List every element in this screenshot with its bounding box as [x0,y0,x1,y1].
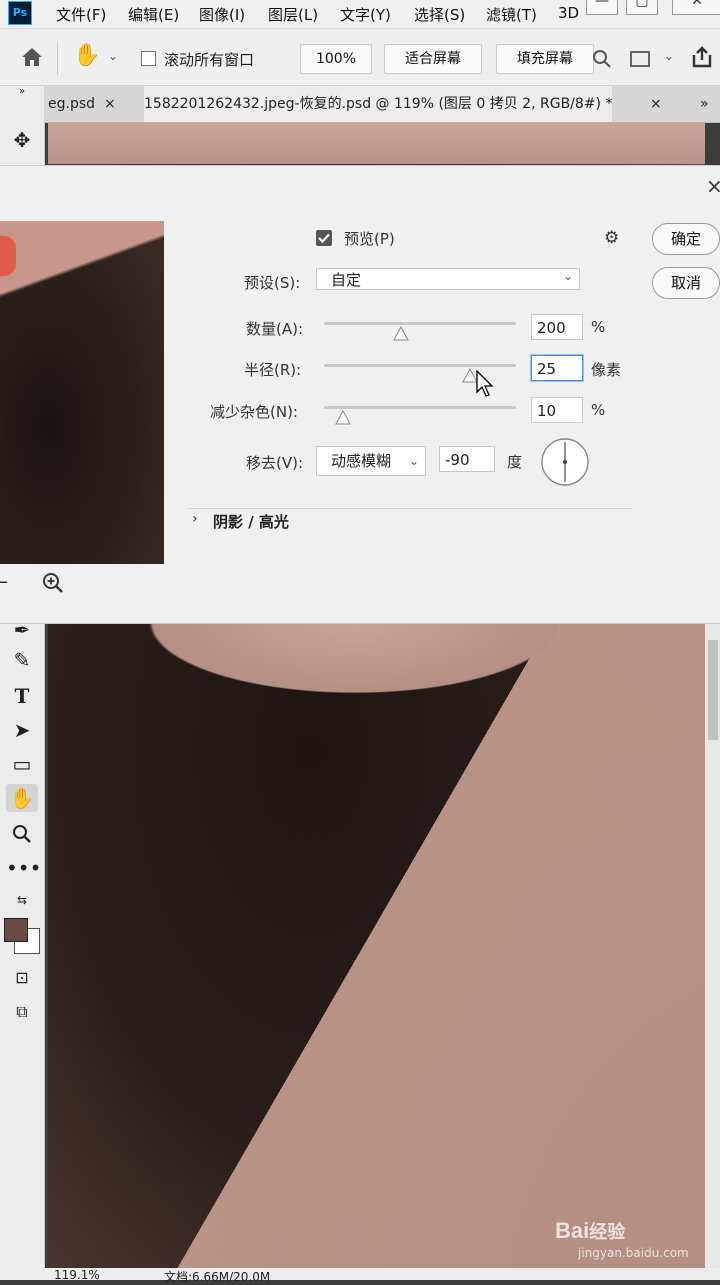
rectangle-tool-icon[interactable]: ▭ [6,750,38,778]
amount-input[interactable]: 200 [531,314,583,340]
menu-filter[interactable]: 滤镜(T) [486,4,537,25]
foreground-color-swatch[interactable] [4,918,28,942]
angle-dial[interactable] [540,437,590,491]
tab-close-icon[interactable]: × [650,86,662,122]
status-doc-size: 文档:6.66M/20.0M [164,1270,271,1284]
watermark-logo: Bai经验 [555,1218,626,1243]
fill-screen-button[interactable]: 填充屏幕 [496,44,594,74]
radius-label: 半径(R): [244,361,302,379]
shadows-highlights-section[interactable]: 阴影 / 高光 [213,511,289,532]
amount-label: 数量(A): [246,320,304,338]
cancel-button[interactable]: 取消 [652,267,720,299]
settings-gear-icon[interactable]: ⚙ [604,228,619,248]
mouse-cursor-icon [476,369,494,402]
reduce-noise-input[interactable]: 10 [531,397,583,423]
canvas-image-chin [95,622,615,712]
expand-chevron-icon[interactable]: › [192,511,198,527]
radius-unit: 像素 [591,361,622,379]
menu-image[interactable]: 图像(I) [199,4,245,25]
menu-file[interactable]: 文件(F) [56,4,106,25]
filter-preview-image[interactable] [0,221,164,564]
preset-select[interactable]: 自定 ⌄ [316,268,580,290]
divider [57,41,58,75]
swap-colors-icon[interactable]: ⇆ [6,886,38,914]
menu-type[interactable]: 文字(Y) [340,4,391,25]
scroll-all-label: 滚动所有窗口 [164,51,255,69]
preview-label: 预览(P) [344,230,395,248]
fit-screen-button[interactable]: 适合屏幕 [384,44,482,74]
tab-close-icon[interactable]: × [104,86,116,122]
reduce-noise-label: 减少杂色(N): [210,403,298,421]
move-tool-icon[interactable]: ✥ [6,126,38,154]
screen-mode-icon[interactable]: ⧉ [6,998,38,1026]
pen-tool-icon[interactable]: ✎ [6,646,38,674]
angle-unit: 度 [507,453,523,471]
minimize-button[interactable]: — [586,0,618,15]
quick-mask-icon[interactable]: ⊡ [6,964,38,992]
path-selection-tool-icon[interactable]: ➤ [6,716,38,744]
preset-value: 自定 [331,271,362,289]
zoom-out-icon[interactable]: − [0,572,9,593]
amount-slider-thumb[interactable] [392,326,409,341]
options-bar: ✋ ⌄ 滚动所有窗口 100% 适合屏幕 填充屏幕 ⌄ [0,29,720,86]
remove-select[interactable]: 动感模糊 ⌄ [316,446,426,476]
scrollbar-thumb[interactable] [708,640,718,740]
menu-bar: Ps 文件(F) 编辑(E) 图像(I) 图层(L) 文字(Y) 选择(S) 滤… [0,0,720,29]
preview-checkbox[interactable] [316,230,332,246]
home-icon[interactable] [20,46,44,72]
zoom-tool-icon[interactable] [6,820,38,848]
reduce-noise-slider-thumb[interactable] [335,410,352,425]
chevron-down-icon: ⌄ [562,269,573,283]
workspace-icon[interactable] [630,51,650,67]
menu-layer[interactable]: 图层(L) [268,4,318,25]
more-tools-icon[interactable]: ••• [6,854,41,882]
reduce-noise-slider-track[interactable] [324,406,516,409]
status-bar: 119.1% 文档:6.66M/20.0M [44,1268,720,1284]
radius-input[interactable]: 25 [531,355,583,381]
preview-image-detail [0,236,16,276]
tab-document-1[interactable]: eg.psd [48,86,95,122]
watermark-url: jingyan.baidu.com [578,1246,689,1260]
chevron-down-icon[interactable]: ⌄ [664,49,674,63]
chevron-down-icon[interactable]: ⌄ [108,49,118,63]
zoom-in-icon[interactable] [42,572,64,598]
dialog-close-icon[interactable]: × [706,174,720,198]
tab-document-2[interactable]: 1582201262432.jpeg-恢复的.psd @ 119% (图层 0 … [144,86,613,122]
remove-value: 动感模糊 [331,452,392,470]
zoom-field[interactable]: 100% [300,44,372,74]
maximize-button[interactable]: ▢ [626,0,658,15]
radius-slider-track[interactable] [324,364,516,367]
chevron-down-icon: ⌄ [408,454,419,468]
menu-edit[interactable]: 编辑(E) [128,4,179,25]
reduce-noise-unit: % [591,401,606,419]
menu-select[interactable]: 选择(S) [414,4,465,25]
amount-unit: % [591,318,606,336]
panel-collapse-icon[interactable]: » [6,86,38,114]
amount-slider-track[interactable] [324,322,516,325]
hand-tool-icon[interactable]: ✋ [73,43,100,68]
search-icon[interactable] [592,49,612,73]
tabs-overflow-icon[interactable]: » [700,86,709,122]
canvas-image-top [48,122,705,164]
share-icon[interactable] [690,45,714,73]
divider [188,508,632,509]
preset-label: 预设(S): [244,274,301,292]
document-tabs: eg.psd × 1582201262432.jpeg-恢复的.psd @ 11… [44,86,720,123]
type-tool-icon[interactable]: T [6,682,38,710]
hand-tool-icon[interactable]: ✋ [6,784,38,812]
smart-sharpen-dialog: × − 预览(P) ⚙ 确定 取消 预设(S): 自定 ⌄ 数量(A): 200… [0,165,720,624]
close-window-button[interactable]: ✕ [672,0,720,15]
angle-input[interactable]: -90 [439,446,495,472]
photoshop-logo: Ps [8,1,32,25]
ok-button[interactable]: 确定 [652,223,720,255]
remove-label: 移去(V): [246,454,304,472]
scroll-all-checkbox[interactable] [141,51,156,66]
menu-3d[interactable]: 3D [558,4,579,22]
